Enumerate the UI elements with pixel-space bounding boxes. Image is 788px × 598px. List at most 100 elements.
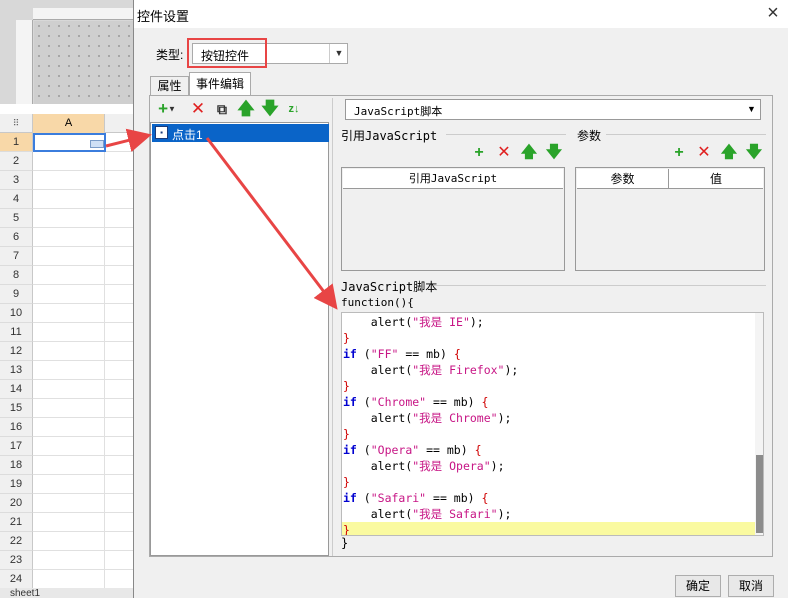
dialog-title: 控件设置 — [137, 9, 190, 24]
event-item-click1[interactable]: ▪ 点击1 — [152, 124, 329, 142]
add-ref-icon[interactable]: + — [470, 144, 488, 162]
row-header[interactable]: 5 — [0, 209, 33, 228]
row-header[interactable]: 13 — [0, 361, 33, 380]
grid-row[interactable] — [33, 152, 133, 171]
move-up-icon[interactable]: 🡅 — [236, 98, 256, 120]
cancel-button[interactable]: 取消 — [728, 575, 774, 597]
button-widget-in-cell[interactable] — [90, 140, 104, 148]
grid-row[interactable] — [33, 456, 133, 475]
ref-down-icon[interactable]: 🡇 — [545, 144, 563, 162]
code-token: ( — [356, 395, 371, 409]
row-header[interactable]: 24 — [0, 570, 33, 589]
row-header[interactable]: 11 — [0, 323, 33, 342]
row-header[interactable]: 17 — [0, 437, 33, 456]
code-string: "我是 Safari" — [412, 507, 498, 521]
sort-icon[interactable]: z↓ — [284, 98, 304, 120]
grid-row[interactable] — [33, 190, 133, 209]
grid-row[interactable] — [33, 532, 133, 551]
copy-icon[interactable]: ⧉ — [212, 98, 232, 120]
param-table[interactable]: 参数 值 — [575, 167, 765, 271]
ok-button[interactable]: 确定 — [675, 575, 721, 597]
grid-row[interactable] — [33, 285, 133, 304]
row-header[interactable]: 23 — [0, 551, 33, 570]
editor-scrollbar[interactable] — [755, 313, 763, 535]
code-string: "我是 IE" — [412, 315, 470, 329]
grid-row[interactable] — [33, 342, 133, 361]
code-token: ( — [356, 347, 371, 361]
code-token: } — [343, 331, 350, 345]
move-down-icon[interactable]: 🡇 — [260, 98, 280, 120]
grid-row[interactable] — [33, 380, 133, 399]
delete-icon[interactable]: ✕ — [188, 98, 208, 120]
param-up-icon[interactable]: 🡅 — [720, 144, 738, 162]
panel-splitter[interactable] — [332, 98, 337, 556]
row-header[interactable]: 3 — [0, 171, 33, 190]
grid-row[interactable] — [33, 570, 133, 589]
grid-row[interactable] — [33, 551, 133, 570]
chevron-down-icon[interactable]: ▼ — [329, 44, 348, 63]
ref-js-group-title: 引用JavaScript — [341, 129, 438, 143]
row-header[interactable]: 10 — [0, 304, 33, 323]
grid-row[interactable] — [33, 475, 133, 494]
chevron-down-icon[interactable]: ▼ — [742, 100, 761, 119]
column-header-a[interactable]: A — [33, 114, 105, 133]
row-header[interactable]: 19 — [0, 475, 33, 494]
row-header[interactable]: 22 — [0, 532, 33, 551]
grid-row[interactable] — [33, 266, 133, 285]
sheet-tab[interactable]: sheet1 — [10, 588, 40, 598]
ref-up-icon[interactable]: 🡅 — [520, 144, 538, 162]
row-header[interactable]: 6 — [0, 228, 33, 247]
row-header[interactable]: 20 — [0, 494, 33, 513]
close-icon[interactable]: × — [762, 3, 784, 25]
select-all-corner[interactable]: ⠿ — [0, 114, 33, 133]
script-type-value: JavaScript脚本 — [354, 105, 443, 118]
ref-js-table[interactable]: 引用JavaScript — [341, 167, 565, 271]
add-dropdown-icon[interactable]: +▼ — [154, 98, 180, 120]
widget-settings-dialog: 控件设置 × 类型: 按钮控件 ▼ 属性 事件编辑 +▼ ✕ ⧉ 🡅 🡇 z↓ … — [133, 0, 788, 598]
code-keyword: if — [343, 347, 357, 361]
row-header[interactable]: 7 — [0, 247, 33, 266]
row-header[interactable]: 4 — [0, 190, 33, 209]
grid-row[interactable] — [33, 513, 133, 532]
row-header[interactable]: 15 — [0, 399, 33, 418]
row-header[interactable]: 21 — [0, 513, 33, 532]
row-header[interactable]: 16 — [0, 418, 33, 437]
grid-row[interactable] — [33, 247, 133, 266]
row-header[interactable]: 12 — [0, 342, 33, 361]
script-type-select[interactable]: JavaScript脚本 ▼ — [345, 99, 761, 120]
row-header[interactable]: 2 — [0, 152, 33, 171]
grid-row[interactable] — [33, 171, 133, 190]
script-editor[interactable]: alert("我是 IE");} if ("FF" == mb) { alert(… — [341, 312, 764, 536]
code-token: alert( — [370, 411, 413, 425]
code-token: } — [343, 523, 350, 536]
horizontal-ruler — [33, 8, 133, 20]
delete-ref-icon[interactable]: ✕ — [495, 144, 513, 162]
grid-row[interactable] — [33, 209, 133, 228]
code-token: ); — [497, 411, 512, 425]
tab-properties[interactable]: 属性 — [150, 76, 189, 96]
add-param-icon[interactable]: + — [670, 144, 688, 162]
ref-js-column-header: 引用JavaScript — [343, 169, 563, 189]
grid-row[interactable] — [33, 304, 133, 323]
scrollbar-thumb[interactable] — [756, 455, 763, 533]
grid-row[interactable] — [33, 494, 133, 513]
grid-row[interactable] — [33, 228, 133, 247]
row-header[interactable]: 18 — [0, 456, 33, 475]
param-value-header: 值 — [669, 169, 763, 189]
delete-param-icon[interactable]: ✕ — [695, 144, 713, 162]
grid-row[interactable] — [33, 418, 133, 437]
code-string: "我是 Chrome" — [412, 411, 498, 425]
grid-row[interactable] — [33, 361, 133, 380]
grid-row[interactable] — [33, 399, 133, 418]
grid-row[interactable] — [33, 437, 133, 456]
param-down-icon[interactable]: 🡇 — [745, 144, 763, 162]
row-header[interactable]: 8 — [0, 266, 33, 285]
event-icon: ▪ — [155, 126, 168, 139]
row-header[interactable]: 1 — [0, 133, 33, 152]
row-header[interactable]: 9 — [0, 285, 33, 304]
design-canvas-grid[interactable] — [34, 21, 133, 104]
grid-row[interactable] — [33, 323, 133, 342]
tab-event-edit[interactable]: 事件编辑 — [189, 72, 251, 96]
function-footer: } — [341, 536, 349, 550]
row-header[interactable]: 14 — [0, 380, 33, 399]
